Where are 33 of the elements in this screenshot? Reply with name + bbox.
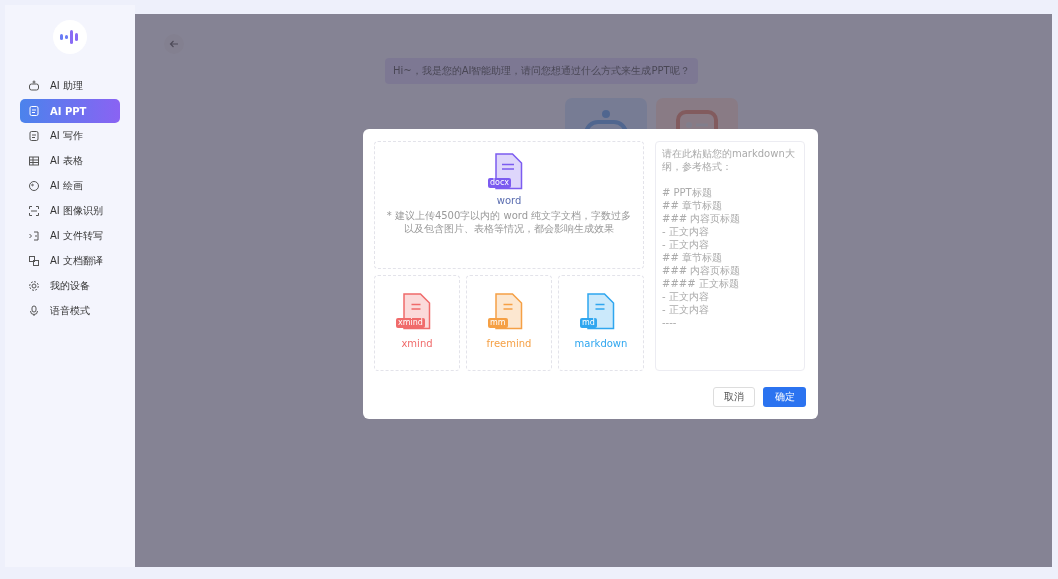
logo-icon <box>53 20 87 54</box>
robot-icon <box>28 80 40 92</box>
sidebar-item[interactable]: AI 表格 <box>20 149 120 173</box>
document-icon <box>28 105 40 117</box>
document-icon <box>28 130 40 142</box>
text-icon <box>28 230 40 242</box>
format-label: word <box>496 195 522 206</box>
upload-hint: * 建议上传4500字以内的 word 纯文字文档，字数过多以及包含图片、表格等情况，都会影响生成效果 <box>385 209 633 235</box>
sidebar-item[interactable]: 我的设备 <box>20 274 120 298</box>
gear-icon <box>28 280 40 292</box>
word-upload-card[interactable]: docx word * 建议上传4500字以内的 word 纯文字文档，字数过多以及包含图片、表格等情况，都会影响生成效果 <box>374 141 644 269</box>
markdown-input-field[interactable]: 请在此粘贴您的markdown大纲，参考格式： # PPT标题 ## 章节标题 ### 内容页标题 - 正文内容 - 正文内容 ## 章节标题 ### 内容页标题 #### 正文标题 - 正文内容 - 正文内容 ---- <box>655 141 805 371</box>
sidebar-item[interactable]: AI 写作 <box>20 124 120 148</box>
format-label: freemind <box>486 338 532 349</box>
sidebar-item[interactable]: 语音模式 <box>20 299 120 323</box>
file-type-badge: mm <box>488 318 508 328</box>
file-type-badge: docx <box>488 178 512 188</box>
microphone-icon <box>28 305 40 317</box>
table-icon <box>28 155 40 167</box>
format-label: markdown <box>574 338 628 349</box>
cancel-button[interactable]: 取消 <box>713 387 755 407</box>
sidebar-item[interactable]: AI 绘画 <box>20 174 120 198</box>
sidebar-item[interactable]: AI 文档翻译 <box>20 249 120 273</box>
sidebar-item[interactable]: AI PPT <box>20 99 120 123</box>
confirm-button[interactable]: 确定 <box>763 387 806 407</box>
sidebar-item[interactable]: AI 文件转写 <box>20 224 120 248</box>
file-type-badge: xmind <box>396 318 425 328</box>
file-type-badge: md <box>580 318 597 328</box>
translate-icon <box>28 255 40 267</box>
sidebar-item[interactable]: AI 图像识别 <box>20 199 120 223</box>
format-label: xmind <box>401 338 433 349</box>
sidebar-item[interactable]: AI 助理 <box>20 74 120 98</box>
scan-icon <box>28 205 40 217</box>
